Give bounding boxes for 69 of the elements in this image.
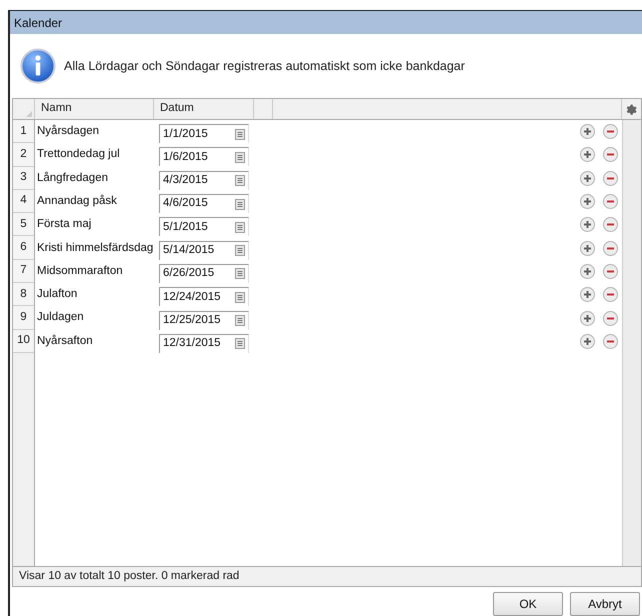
calendar-icon[interactable] (235, 268, 245, 280)
row-number[interactable]: 3 (13, 166, 34, 190)
table-cell-text: Nyårsdagen (36, 124, 100, 140)
info-icon (20, 48, 56, 84)
info-message: Alla Lördagar och Söndagar registreras automatiskt som icke bankdagar (64, 58, 465, 75)
calendar-icon[interactable] (235, 175, 245, 186)
add-icon[interactable] (580, 310, 595, 326)
calendar-icon[interactable] (235, 198, 245, 210)
table-cell-text: Trettondedag jul (36, 147, 121, 162)
date-field[interactable]: 5/14/2015 (159, 240, 249, 260)
remove-icon[interactable] (603, 147, 618, 162)
remove-icon[interactable] (603, 264, 618, 279)
add-icon[interactable] (580, 170, 595, 186)
table-cell-text: Kristi himmelsfärdsdag (36, 240, 154, 256)
add-icon[interactable] (580, 287, 595, 302)
row-number[interactable]: 8 (13, 283, 34, 306)
calendar-icon[interactable] (235, 222, 245, 233)
calendar-icon[interactable] (235, 245, 245, 256)
table-cell-text: Nyårsafton (36, 334, 94, 349)
calendar-icon[interactable] (235, 315, 245, 326)
table-cell-text: Juldagen (36, 310, 85, 326)
row-number[interactable]: 5 (13, 213, 34, 236)
date-field[interactable]: 1/6/2015 (159, 147, 249, 166)
calendar-icon[interactable] (235, 152, 245, 163)
table-cell-text: Midsommarafton (36, 264, 124, 279)
cancel-button[interactable]: Avbryt (570, 592, 640, 616)
table-cell-text: Annandag påsk (36, 194, 118, 209)
remove-icon[interactable] (603, 310, 618, 326)
remove-icon[interactable] (603, 217, 618, 232)
date-field[interactable]: 1/1/2015 (159, 124, 249, 144)
column-header[interactable]: Datum (154, 99, 254, 119)
column-header[interactable]: Namn (35, 99, 154, 119)
date-field[interactable]: 4/6/2015 (159, 194, 249, 214)
row-number[interactable]: 10 (13, 330, 34, 353)
add-icon[interactable] (580, 124, 595, 140)
table-cell-text: Julafton (36, 287, 78, 302)
remove-icon[interactable] (603, 287, 618, 302)
remove-icon[interactable] (603, 334, 618, 349)
calendar-icon[interactable] (235, 128, 245, 140)
window-title: Kalender (14, 14, 62, 32)
date-field[interactable]: 12/25/2015 (159, 310, 249, 330)
calendar-icon[interactable] (235, 338, 245, 350)
remove-icon[interactable] (603, 124, 618, 140)
remove-icon[interactable] (603, 240, 618, 256)
date-field[interactable]: 5/1/2015 (159, 217, 249, 236)
add-icon[interactable] (580, 194, 595, 210)
date-field[interactable]: 6/26/2015 (159, 264, 249, 283)
date-field[interactable]: 12/31/2015 (159, 334, 249, 353)
add-icon[interactable] (580, 264, 595, 279)
row-number[interactable]: 9 (13, 306, 34, 330)
calendar-icon[interactable] (235, 292, 245, 303)
row-number[interactable]: 1 (13, 120, 34, 144)
add-icon[interactable] (580, 217, 595, 232)
table-cell-text: Långfredagen (36, 170, 109, 186)
row-number[interactable]: 6 (13, 236, 34, 260)
add-icon[interactable] (580, 147, 595, 162)
add-icon[interactable] (580, 240, 595, 256)
add-icon[interactable] (580, 334, 595, 349)
row-number[interactable]: 4 (13, 190, 34, 214)
settings-icon[interactable] (625, 102, 638, 116)
date-field[interactable]: 12/24/2015 (159, 287, 249, 306)
remove-icon[interactable] (603, 194, 618, 210)
row-number[interactable]: 7 (13, 260, 34, 284)
status-text: Visar 10 av totalt 10 poster. 0 markerad rad (19, 568, 240, 584)
remove-icon[interactable] (603, 170, 618, 186)
row-number[interactable]: 2 (13, 143, 34, 167)
ok-button[interactable]: OK (493, 592, 563, 616)
date-field[interactable]: 4/3/2015 (159, 170, 249, 190)
table-cell-text: Första maj (36, 217, 92, 232)
